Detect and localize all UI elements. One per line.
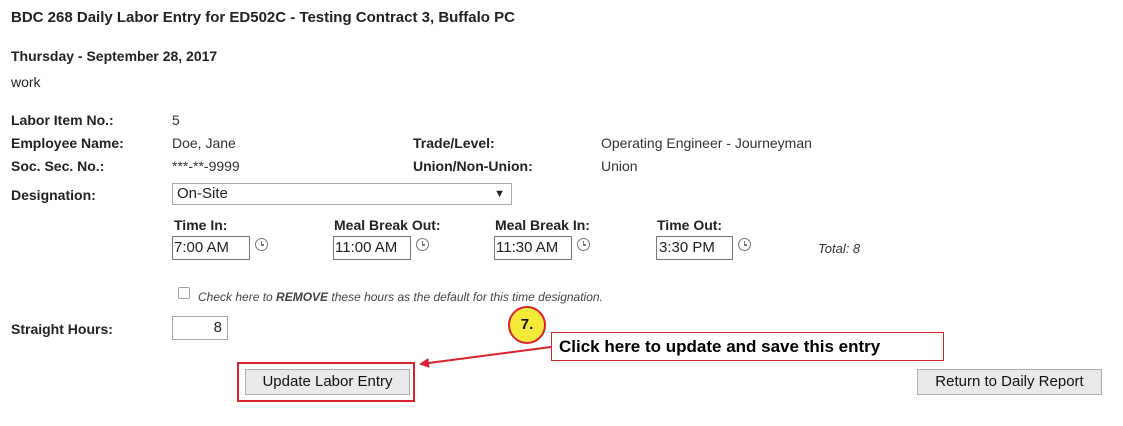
annotation-arrow (419, 346, 552, 368)
step-number-badge: 7. (508, 306, 546, 344)
instruction-callout: Click here to update and save this entry (551, 332, 944, 361)
